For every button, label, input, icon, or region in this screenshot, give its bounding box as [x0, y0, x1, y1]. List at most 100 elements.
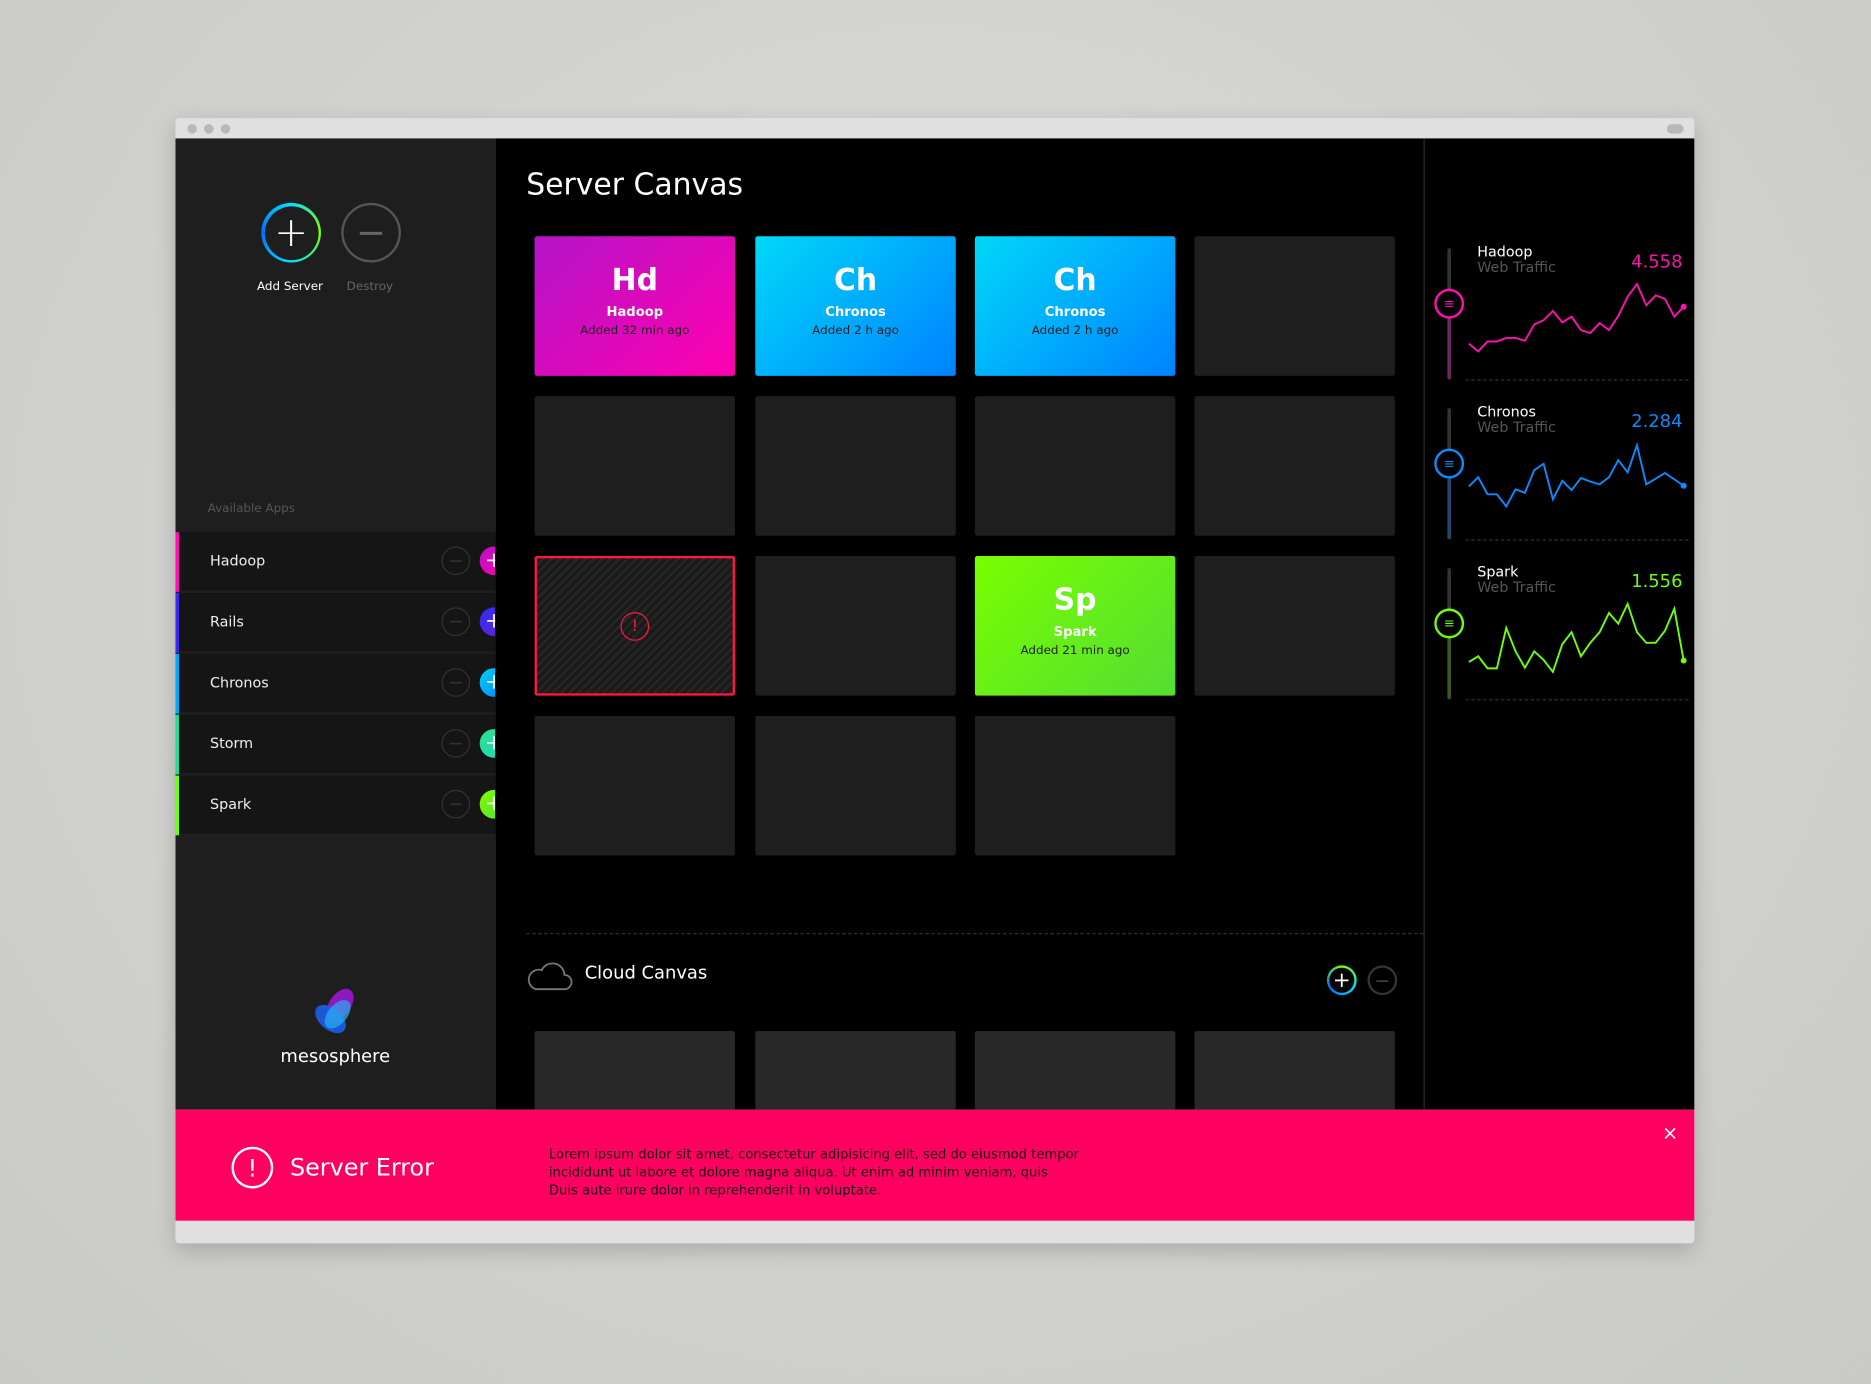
tile-name: Chronos: [1044, 304, 1106, 320]
cloud-tile-slot[interactable]: [534, 1030, 736, 1110]
divider: [526, 933, 1424, 935]
cloud-remove-button[interactable]: −: [1367, 965, 1398, 996]
empty-tile-slot[interactable]: [1194, 556, 1395, 696]
app-name: Rails: [210, 613, 244, 631]
tile-abbr: Ch: [833, 262, 878, 298]
remove-app-button[interactable]: −: [441, 668, 471, 697]
minus-icon: −: [447, 609, 464, 633]
empty-tile-slot[interactable]: [534, 396, 736, 536]
tile-abbr: Sp: [1053, 582, 1097, 617]
sparkline-path: [1468, 282, 1685, 353]
sparkline-path: [1468, 441, 1685, 509]
tile-name: Spark: [1053, 624, 1097, 640]
empty-tile-slot[interactable]: [974, 396, 1176, 536]
chart-app-name: Hadoop: [1477, 243, 1533, 261]
app-name: Chronos: [210, 674, 269, 691]
sidebar: + − Add Server Destroy Available Apps Ha…: [175, 138, 509, 1110]
app-row-rails[interactable]: Rails − +: [175, 593, 509, 653]
remove-app-button[interactable]: −: [441, 789, 471, 819]
mesosphere-logo-text: mesosphere: [280, 1045, 391, 1067]
app-row-chronos[interactable]: Chronos − +: [175, 653, 509, 714]
cloud-tile-slot[interactable]: [755, 1030, 956, 1110]
sparkline: [1468, 282, 1687, 353]
empty-tile-slot[interactable]: [755, 556, 956, 696]
remove-app-button[interactable]: −: [441, 729, 471, 758]
minus-icon: −: [447, 792, 464, 815]
destroy-button[interactable]: −: [341, 202, 401, 263]
sparkline: [1468, 441, 1687, 509]
empty-tile-slot[interactable]: [1194, 396, 1395, 536]
destroy-label: Destroy: [346, 280, 394, 294]
remove-app-button[interactable]: −: [441, 546, 471, 576]
error-icon: !: [620, 612, 650, 641]
remove-app-button[interactable]: −: [441, 607, 471, 636]
tile-time: Added 32 min ago: [580, 324, 690, 338]
tile-time: Added 2 h ago: [1031, 324, 1119, 338]
cloud-tile-slot[interactable]: [974, 1030, 1176, 1110]
chart-divider: [1465, 379, 1689, 381]
server-tile-chronos[interactable]: Ch Chronos Added 2 h ago: [974, 236, 1176, 376]
tile-abbr: Ch: [1053, 262, 1097, 298]
traffic-chart-chronos: ≡ Chronos Web Traffic 2.284: [1425, 403, 1695, 568]
minus-icon: −: [1374, 968, 1391, 992]
chart-app-name: Spark: [1477, 563, 1519, 580]
sparkline-path: [1468, 601, 1685, 674]
tile-abbr: Hd: [611, 262, 658, 298]
cloud-add-button[interactable]: +: [1326, 965, 1357, 996]
sparkline: [1468, 601, 1687, 674]
minus-icon: −: [447, 731, 464, 755]
error-line: incididunt ut labore et dolore magna ali…: [548, 1164, 1048, 1181]
server-tile-hadoop[interactable]: Hd Hadoop Added 32 min ago: [534, 236, 736, 376]
error-banner: ! Server Error Lorem ipsum dolor sit ame…: [175, 1109, 1695, 1221]
minus-icon: −: [447, 548, 464, 572]
empty-tile-slot[interactable]: [755, 715, 956, 856]
server-tile-chronos[interactable]: Ch Chronos Added 2 h ago: [755, 236, 956, 376]
empty-tile-slot[interactable]: [755, 396, 956, 536]
mesosphere-logo-icon: [315, 988, 354, 1034]
slider-handle-menu-icon[interactable]: ≡: [1434, 608, 1465, 639]
chart-divider: [1465, 699, 1689, 701]
app-row-spark[interactable]: Spark − +: [175, 775, 509, 836]
cloud-canvas-title: Cloud Canvas: [584, 961, 708, 984]
empty-tile-slot[interactable]: [1194, 236, 1395, 376]
traffic-panel: ≡ Hadoop Web Traffic 4.558 ≡ Chronos Web…: [1423, 138, 1695, 1110]
cloud-icon: [527, 962, 573, 991]
chart-value: 1.556: [1631, 570, 1683, 592]
sparkline-end-point: [1680, 482, 1687, 489]
server-tile-error[interactable]: !: [534, 556, 736, 696]
server-tile-spark[interactable]: Sp Spark Added 21 min ago: [974, 556, 1176, 696]
minus-icon: −: [356, 211, 387, 254]
tile-time: Added 2 h ago: [812, 324, 899, 338]
window-close-dot[interactable]: [187, 124, 197, 134]
app-name: Storm: [210, 735, 254, 752]
window-pill-button[interactable]: [1666, 124, 1684, 134]
close-banner-button[interactable]: ×: [1662, 1122, 1678, 1145]
chart-divider: [1465, 539, 1689, 541]
chart-app-name: Chronos: [1477, 403, 1536, 421]
error-line: Duis aute irure dolor in reprehenderit i…: [548, 1182, 882, 1199]
app-row-storm[interactable]: Storm − +: [175, 714, 509, 775]
traffic-chart-spark: ≡ Spark Web Traffic 1.556: [1425, 563, 1695, 728]
plus-icon: +: [264, 205, 318, 260]
window-maximize-dot[interactable]: [220, 124, 231, 134]
tile-name: Hadoop: [606, 304, 664, 320]
slider-handle-menu-icon[interactable]: ≡: [1434, 288, 1465, 319]
sparkline-end-point: [1680, 657, 1687, 664]
available-apps-heading: Available Apps: [207, 502, 295, 516]
minus-icon: −: [447, 670, 464, 694]
page-title: Server Canvas: [526, 167, 744, 202]
slider-handle-menu-icon[interactable]: ≡: [1434, 448, 1465, 479]
cloud-tile-slot[interactable]: [1194, 1030, 1395, 1110]
app-row-hadoop[interactable]: Hadoop − +: [175, 532, 509, 592]
app-color-bar: [175, 593, 179, 653]
window-minimize-dot[interactable]: [204, 124, 214, 134]
chart-value: 4.558: [1631, 250, 1683, 273]
empty-tile-slot[interactable]: [534, 715, 736, 856]
error-line: Lorem ipsum dolor sit amet, consectetur …: [548, 1146, 1079, 1163]
add-server-button[interactable]: +: [261, 202, 321, 263]
app-color-bar: [175, 714, 179, 775]
error-title: Server Error: [289, 1152, 434, 1182]
sparkline-end-point: [1680, 303, 1687, 310]
empty-tile-slot[interactable]: [974, 715, 1176, 856]
app-color-bar: [175, 775, 179, 836]
